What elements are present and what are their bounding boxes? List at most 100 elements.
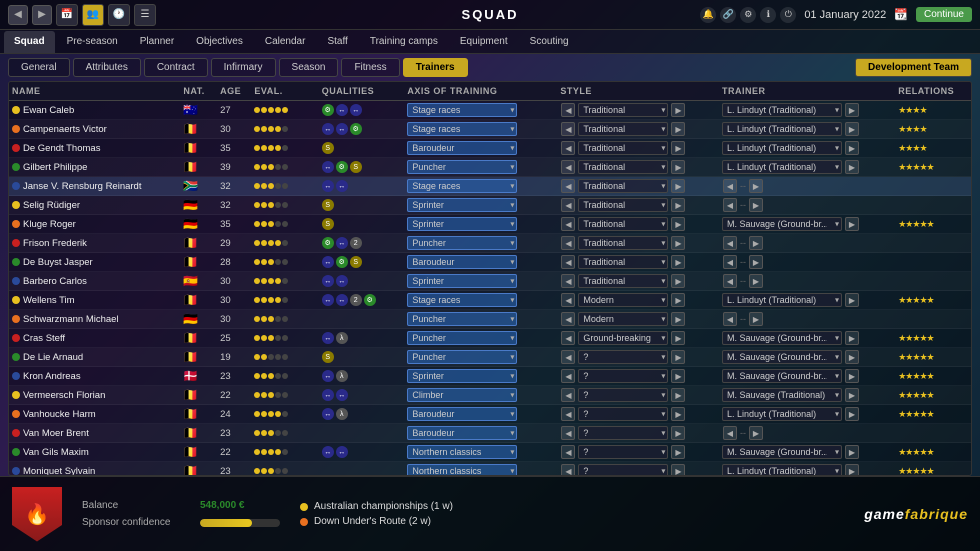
- style-prev-btn[interactable]: ◀: [561, 217, 575, 231]
- table-row[interactable]: Ewan Caleb🇦🇺27⚙↔↔ Stage races Stage race…: [9, 101, 971, 120]
- style-select[interactable]: ? TraditionalModernGround-breaking?: [578, 445, 668, 459]
- style-next-btn[interactable]: ▶: [671, 217, 685, 231]
- style-select[interactable]: Traditional TraditionalModernGround-brea…: [578, 217, 668, 231]
- style-select[interactable]: Traditional TraditionalModernGround-brea…: [578, 236, 668, 250]
- style-prev-btn[interactable]: ◀: [561, 198, 575, 212]
- style-next-btn[interactable]: ▶: [671, 388, 685, 402]
- style-prev-btn[interactable]: ◀: [561, 464, 575, 475]
- header-age[interactable]: AGE: [217, 82, 251, 101]
- table-row[interactable]: De Gendt Thomas🇧🇪35S Baroudeur Stage rac…: [9, 139, 971, 158]
- trainer-next-btn[interactable]: ▶: [845, 103, 859, 117]
- table-row[interactable]: Wellens Tim🇧🇪30↔↔2⚙ Stage races Stage ra…: [9, 291, 971, 310]
- trainer-prev-btn[interactable]: ◀: [723, 236, 737, 250]
- table-row[interactable]: Gilbert Philippe🇧🇪39↔⚙S Puncher Stage ra…: [9, 158, 971, 177]
- trainer-select[interactable]: M. Sauvage (Ground-br... L. Linduyt (Tra…: [722, 369, 842, 383]
- header-style[interactable]: STYLE: [557, 82, 719, 101]
- style-next-btn[interactable]: ▶: [671, 312, 685, 326]
- axis-select[interactable]: Baroudeur Stage racesSprinterClimber Pun…: [407, 426, 517, 440]
- table-row[interactable]: Cras Steff🇧🇪25↔λ Puncher Stage racesSpri…: [9, 329, 971, 348]
- table-row[interactable]: De Buyst Jasper🇧🇪28↔⚙S Baroudeur Stage r…: [9, 253, 971, 272]
- axis-select[interactable]: Stage races Stage racesSprinterClimber P…: [407, 122, 517, 136]
- continue-button[interactable]: Continue: [916, 7, 972, 22]
- axis-select[interactable]: Baroudeur Stage racesSprinterClimber Pun…: [407, 141, 517, 155]
- trainer-select[interactable]: M. Sauvage (Ground-br... L. Linduyt (Tra…: [722, 350, 842, 364]
- table-row[interactable]: Van Moer Brent🇧🇪23 Baroudeur Stage races…: [9, 424, 971, 443]
- trainer-select[interactable]: L. Linduyt (Traditional) L. Linduyt (Tra…: [722, 122, 842, 136]
- trainer-next-btn[interactable]: ▶: [749, 274, 763, 288]
- calendar-nav-icon[interactable]: 📅: [56, 4, 78, 26]
- style-prev-btn[interactable]: ◀: [561, 312, 575, 326]
- axis-select[interactable]: Puncher Stage racesSprinterClimber Punch…: [407, 331, 517, 345]
- trainer-next-btn[interactable]: ▶: [749, 236, 763, 250]
- axis-select[interactable]: Stage races Stage racesSprinterClimber P…: [407, 103, 517, 117]
- style-prev-btn[interactable]: ◀: [561, 179, 575, 193]
- calendar-icon[interactable]: 📆: [894, 8, 908, 21]
- table-row[interactable]: Kluge Roger🇩🇪35S Sprinter Stage racesSpr…: [9, 215, 971, 234]
- header-relations[interactable]: RELATIONS: [895, 82, 971, 101]
- bell-icon[interactable]: 🔔: [700, 7, 716, 23]
- style-select[interactable]: Ground-breaking TraditionalModernGround-…: [578, 331, 668, 345]
- axis-select[interactable]: Sprinter Stage racesSprinterClimber Punc…: [407, 274, 517, 288]
- gear-icon[interactable]: ⚙: [740, 7, 756, 23]
- style-select[interactable]: Traditional TraditionalModernGround-brea…: [578, 141, 668, 155]
- subtab-trainers[interactable]: Trainers: [403, 58, 468, 77]
- style-next-btn[interactable]: ▶: [671, 198, 685, 212]
- tab-planner[interactable]: Planner: [130, 31, 184, 53]
- tab-squad[interactable]: Squad: [4, 31, 55, 53]
- table-row[interactable]: Vanhoucke Harm🇧🇪24↔λ Baroudeur Stage rac…: [9, 405, 971, 424]
- style-select[interactable]: Traditional TraditionalModernGround-brea…: [578, 274, 668, 288]
- header-name[interactable]: NAME: [9, 82, 180, 101]
- subtab-development-team[interactable]: Development Team: [855, 58, 972, 77]
- header-axis[interactable]: AXIS OF TRAINING: [404, 82, 557, 101]
- trainer-select[interactable]: L. Linduyt (Traditional) L. Linduyt (Tra…: [722, 407, 842, 421]
- style-select[interactable]: ? TraditionalModernGround-breaking?: [578, 369, 668, 383]
- style-select[interactable]: ? TraditionalModernGround-breaking?: [578, 426, 668, 440]
- table-row[interactable]: Schwarzmann Michael🇩🇪30 Puncher Stage ra…: [9, 310, 971, 329]
- trainer-select[interactable]: M. Sauvage (Traditional) L. Linduyt (Tra…: [722, 388, 842, 402]
- header-eval[interactable]: EVAL.: [251, 82, 318, 101]
- style-next-btn[interactable]: ▶: [671, 179, 685, 193]
- trainer-prev-btn[interactable]: ◀: [723, 312, 737, 326]
- table-row[interactable]: Moniquet Sylvain🇧🇪23 Northern classics S…: [9, 462, 971, 476]
- style-select[interactable]: Traditional TraditionalModernGround-brea…: [578, 122, 668, 136]
- trainer-next-btn[interactable]: ▶: [749, 198, 763, 212]
- menu-icon[interactable]: ☰: [134, 4, 156, 26]
- table-row[interactable]: Campenaerts Victor🇧🇪30↔↔⚙ Stage races St…: [9, 120, 971, 139]
- header-qualities[interactable]: QUALITIES: [319, 82, 405, 101]
- axis-select[interactable]: Northern classics Stage racesSprinterCli…: [407, 445, 517, 459]
- style-prev-btn[interactable]: ◀: [561, 407, 575, 421]
- trainer-select[interactable]: L. Linduyt (Traditional) L. Linduyt (Tra…: [722, 160, 842, 174]
- style-next-btn[interactable]: ▶: [671, 141, 685, 155]
- style-prev-btn[interactable]: ◀: [561, 350, 575, 364]
- style-prev-btn[interactable]: ◀: [561, 445, 575, 459]
- style-next-btn[interactable]: ▶: [671, 122, 685, 136]
- style-next-btn[interactable]: ▶: [671, 369, 685, 383]
- header-trainer[interactable]: TRAINER: [719, 82, 895, 101]
- tab-scouting[interactable]: Scouting: [520, 31, 579, 53]
- trainer-prev-btn[interactable]: ◀: [723, 426, 737, 440]
- table-row[interactable]: Janse V. Rensburg Reinardt🇿🇦32↔↔ Stage r…: [9, 177, 971, 196]
- tab-objectives[interactable]: Objectives: [186, 31, 253, 53]
- header-nat[interactable]: NAT.: [180, 82, 217, 101]
- trainer-select[interactable]: L. Linduyt (Traditional) L. Linduyt (Tra…: [722, 141, 842, 155]
- axis-select[interactable]: Puncher Stage racesSprinterClimber Punch…: [407, 350, 517, 364]
- style-prev-btn[interactable]: ◀: [561, 236, 575, 250]
- axis-select[interactable]: Stage races Stage racesSprinterClimber P…: [407, 179, 517, 193]
- axis-select[interactable]: Puncher Stage racesSprinterClimber Punch…: [407, 312, 517, 326]
- trainer-next-btn[interactable]: ▶: [845, 445, 859, 459]
- style-select[interactable]: Traditional TraditionalModernGround-brea…: [578, 103, 668, 117]
- trainer-select[interactable]: M. Sauvage (Ground-br... L. Linduyt (Tra…: [722, 445, 842, 459]
- trainer-prev-btn[interactable]: ◀: [723, 179, 737, 193]
- axis-select[interactable]: Sprinter Stage racesSprinterClimber Punc…: [407, 217, 517, 231]
- style-prev-btn[interactable]: ◀: [561, 103, 575, 117]
- style-prev-btn[interactable]: ◀: [561, 426, 575, 440]
- style-prev-btn[interactable]: ◀: [561, 160, 575, 174]
- trainer-next-btn[interactable]: ▶: [749, 312, 763, 326]
- style-select[interactable]: ? TraditionalModernGround-breaking?: [578, 464, 668, 475]
- trainer-select[interactable]: L. Linduyt (Traditional) L. Linduyt (Tra…: [722, 293, 842, 307]
- trainer-next-btn[interactable]: ▶: [845, 350, 859, 364]
- style-next-btn[interactable]: ▶: [671, 255, 685, 269]
- link-icon[interactable]: 🔗: [720, 7, 736, 23]
- style-prev-btn[interactable]: ◀: [561, 293, 575, 307]
- tab-calendar[interactable]: Calendar: [255, 31, 316, 53]
